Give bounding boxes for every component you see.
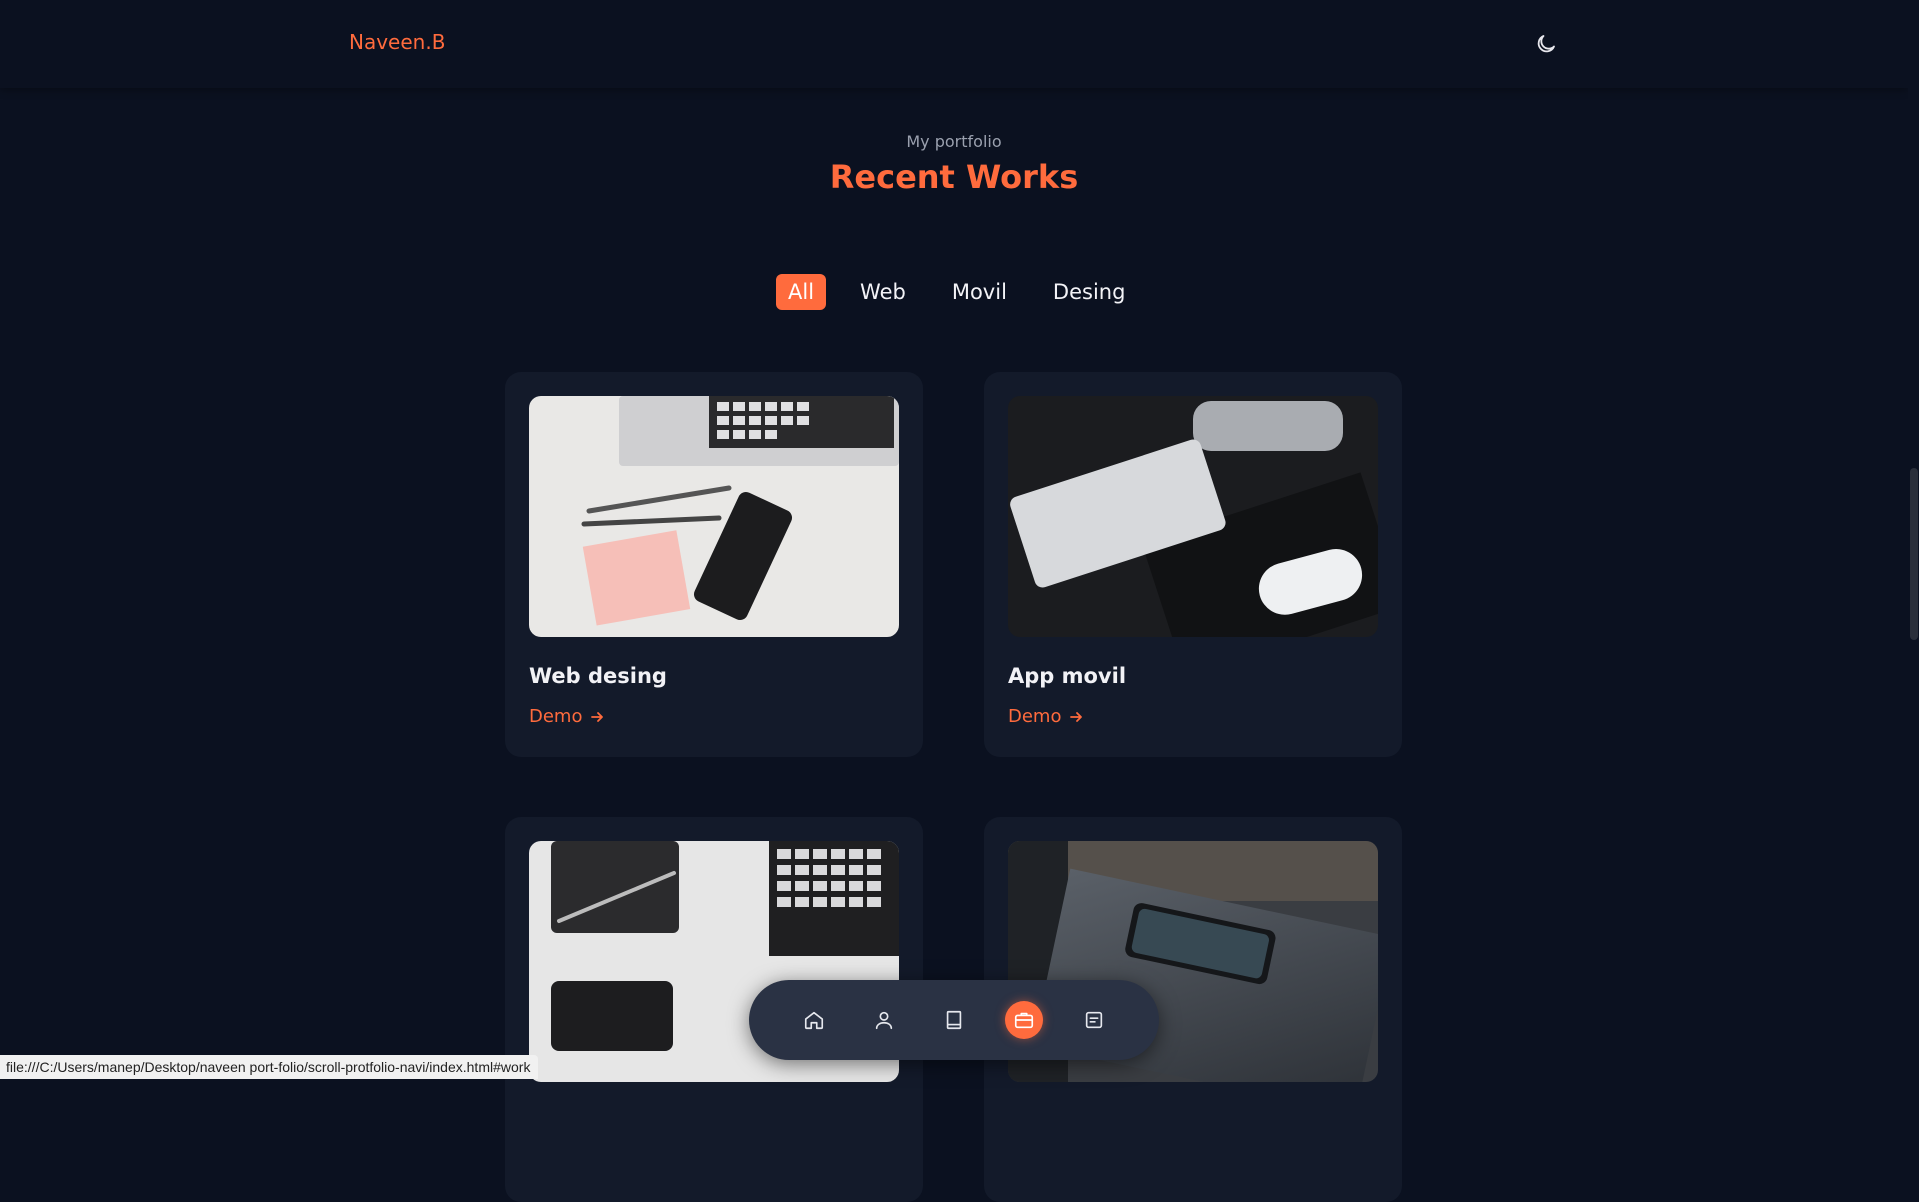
demo-link-label: Demo	[529, 706, 583, 727]
card-title: Web desing	[529, 664, 667, 688]
arrow-right-icon	[1070, 711, 1083, 722]
user-icon	[875, 1011, 893, 1030]
moon-icon	[1537, 35, 1555, 53]
nav-about[interactable]	[865, 1001, 903, 1039]
theme-toggle-button[interactable]	[1532, 30, 1560, 58]
filter-tabs: All Web Movil Desing	[776, 272, 1137, 312]
briefcase-icon	[1014, 1012, 1034, 1029]
demo-link[interactable]: Demo	[1008, 706, 1083, 727]
status-bar-url: file:///C:/Users/manep/Desktop/naveen po…	[0, 1055, 539, 1079]
nav-contact[interactable]	[1075, 1001, 1113, 1039]
home-icon	[804, 1011, 824, 1030]
work-card: App movil Demo	[984, 372, 1402, 757]
filter-web[interactable]: Web	[848, 274, 918, 310]
nav-skills[interactable]	[935, 1001, 973, 1039]
nav-work[interactable]	[1005, 1001, 1043, 1039]
demo-link[interactable]: Demo	[529, 706, 604, 727]
message-icon	[1085, 1011, 1103, 1029]
demo-link-label: Demo	[1008, 706, 1062, 727]
work-card: Web desing Demo	[505, 372, 923, 757]
nav-home[interactable]	[795, 1001, 833, 1039]
site-logo[interactable]: Naveen.B	[349, 30, 445, 54]
laptop-pens-phone-photo	[529, 396, 899, 637]
section-title: Recent Works	[829, 158, 1079, 196]
book-icon	[946, 1010, 962, 1030]
scrollbar-thumb[interactable]	[1910, 468, 1918, 640]
card-title: App movil	[1008, 664, 1127, 688]
filter-all[interactable]: All	[776, 274, 827, 310]
site-header: Naveen.B	[0, 0, 1908, 88]
section-subtitle: My portfolio	[906, 132, 1002, 151]
bottom-nav	[749, 980, 1159, 1060]
filter-movil[interactable]: Movil	[940, 274, 1019, 310]
arrow-right-icon	[591, 711, 604, 722]
keyboard-mouse-photo	[1008, 396, 1378, 637]
filter-desing[interactable]: Desing	[1041, 274, 1138, 310]
